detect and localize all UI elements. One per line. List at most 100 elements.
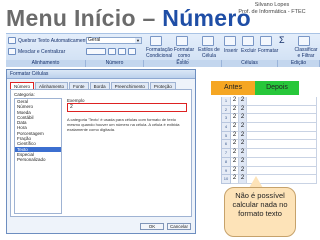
cell-styles-icon[interactable] xyxy=(202,36,214,46)
sheet-row: 922 xyxy=(221,166,317,176)
sheet-row: 222 xyxy=(221,105,317,115)
antes-label: Antes xyxy=(211,81,255,95)
cell-antes[interactable]: 2 xyxy=(231,175,239,184)
row-number[interactable]: 5 xyxy=(221,131,231,141)
delete-button[interactable]: Excluir xyxy=(241,48,256,54)
cell-antes[interactable]: 2 xyxy=(231,157,239,167)
callout-line-3: formato texto xyxy=(238,209,282,218)
cell-antes[interactable]: 2 xyxy=(231,140,239,150)
sample-box: 2 xyxy=(67,103,187,112)
slide-title: Menu Início – Número xyxy=(6,4,251,32)
cell-antes[interactable]: 2 xyxy=(231,123,239,132)
cancel-button[interactable]: Cancelar xyxy=(167,223,191,230)
depois-label: Depois xyxy=(255,81,299,95)
merge-center-icon[interactable] xyxy=(8,48,16,55)
category-description: A categoria 'Texto' é usada para células… xyxy=(67,117,180,132)
row-number[interactable]: 4 xyxy=(221,123,231,132)
callout-line-2: calcular nada no xyxy=(232,200,288,209)
format-icon[interactable] xyxy=(260,36,272,46)
group-cells: Células xyxy=(222,60,278,67)
empty-cell[interactable] xyxy=(247,140,317,150)
empty-cell[interactable] xyxy=(247,97,317,106)
row-number[interactable]: 3 xyxy=(221,114,231,124)
sheet-row: 522 xyxy=(221,131,317,141)
title-dash: – xyxy=(135,5,163,31)
conditional-format-icon[interactable] xyxy=(150,36,162,46)
wrap-text-button[interactable]: Quebrar Texto Automaticamente xyxy=(18,38,90,44)
thousands-icon[interactable] xyxy=(118,48,126,55)
insert-button[interactable]: Inserir xyxy=(224,48,238,54)
dialog-title: Formatar Células xyxy=(7,70,195,79)
group-style: Estilo xyxy=(144,60,222,67)
sheet-row: 122 xyxy=(221,97,317,106)
cell-antes[interactable]: 2 xyxy=(231,114,239,124)
empty-cell[interactable] xyxy=(247,105,317,115)
empty-cell[interactable] xyxy=(247,166,317,176)
cell-depois[interactable]: 2 xyxy=(239,149,247,158)
cell-antes[interactable]: 2 xyxy=(231,149,239,158)
row-number[interactable]: 10 xyxy=(221,175,231,184)
sum-icon[interactable]: Σ xyxy=(279,36,285,45)
chevron-down-icon[interactable]: ▼ xyxy=(135,38,141,43)
category-item[interactable]: Personalizado xyxy=(15,157,61,162)
empty-cell[interactable] xyxy=(247,123,317,132)
cell-antes[interactable]: 2 xyxy=(231,105,239,115)
sort-filter-button[interactable]: Classificar e Filtrar xyxy=(293,47,319,59)
group-editing: Edição xyxy=(278,60,320,67)
row-number[interactable]: 1 xyxy=(221,97,231,106)
cell-antes[interactable]: 2 xyxy=(231,131,239,141)
empty-cell[interactable] xyxy=(247,157,317,167)
row-number[interactable]: 7 xyxy=(221,149,231,158)
row-number[interactable]: 8 xyxy=(221,157,231,167)
cell-depois[interactable]: 2 xyxy=(239,175,247,184)
category-list[interactable]: Geral Número Moeda Contábil Data Hora Po… xyxy=(14,98,62,214)
empty-cell[interactable] xyxy=(247,114,317,124)
empty-cell[interactable] xyxy=(247,149,317,158)
cell-depois[interactable]: 2 xyxy=(239,114,247,124)
wrap-text-icon[interactable] xyxy=(8,37,16,44)
dialog-body: Categoria: Geral Número Moeda Contábil D… xyxy=(10,89,192,217)
group-number: Número xyxy=(86,60,144,67)
cell-depois[interactable]: 2 xyxy=(239,157,247,167)
sheet-row: 622 xyxy=(221,140,317,150)
cell-depois[interactable]: 2 xyxy=(239,166,247,176)
category-label: Categoria: xyxy=(14,92,35,97)
cell-depois[interactable]: 2 xyxy=(239,97,247,106)
title-part2: Número xyxy=(162,5,251,31)
cell-depois[interactable]: 2 xyxy=(239,131,247,141)
format-button[interactable]: Formatar xyxy=(258,48,278,54)
sort-filter-icon[interactable] xyxy=(298,36,310,46)
sheet-row: 422 xyxy=(221,123,317,132)
currency-icon[interactable] xyxy=(86,48,106,55)
spreadsheet: 1 2 2 2 2 2 3 2 2 4 2 2 5 2 2 6 2 2 7 2 2 8 2 2 9 2 2 10 2 2 xyxy=(221,97,317,184)
percent-icon[interactable] xyxy=(108,48,116,55)
empty-cell[interactable] xyxy=(247,131,317,141)
title-part1: Menu Início xyxy=(6,5,136,31)
merge-center-button[interactable]: Mesclar e Centralizar xyxy=(18,49,65,55)
cell-antes[interactable]: 2 xyxy=(231,97,239,106)
format-cells-dialog: Formatar Células Número Alinhamento Font… xyxy=(6,69,196,234)
callout-line-1: Não é possível xyxy=(235,191,285,200)
cell-depois[interactable]: 2 xyxy=(239,105,247,115)
cell-styles-button[interactable]: Estilos de Célula xyxy=(198,47,220,59)
delete-icon[interactable] xyxy=(242,36,254,46)
number-format-combo[interactable]: Geral ▼ xyxy=(86,37,142,44)
cell-depois[interactable]: 2 xyxy=(239,140,247,150)
row-number[interactable]: 6 xyxy=(221,140,231,150)
sheet-row: 822 xyxy=(221,157,317,167)
insert-icon[interactable] xyxy=(224,36,236,46)
row-number[interactable]: 2 xyxy=(221,105,231,115)
ok-button[interactable]: OK xyxy=(140,223,164,230)
conditional-format-button[interactable]: Formatação Condicional xyxy=(146,47,173,59)
row-number[interactable]: 9 xyxy=(221,166,231,176)
ribbon: Quebrar Texto Automaticamente Mesclar e … xyxy=(6,33,320,67)
cell-depois[interactable]: 2 xyxy=(239,123,247,132)
callout-note: Não é possível calcular nada no formato … xyxy=(224,187,296,237)
sheet-row: 722 xyxy=(221,149,317,158)
cell-antes[interactable]: 2 xyxy=(231,166,239,176)
sheet-row: 10 2 2 xyxy=(221,175,317,184)
group-alignment: Alinhamento xyxy=(6,60,86,67)
sheet-row: 322 xyxy=(221,114,317,124)
table-format-icon[interactable] xyxy=(176,36,188,46)
decimal-icon[interactable] xyxy=(128,48,136,55)
